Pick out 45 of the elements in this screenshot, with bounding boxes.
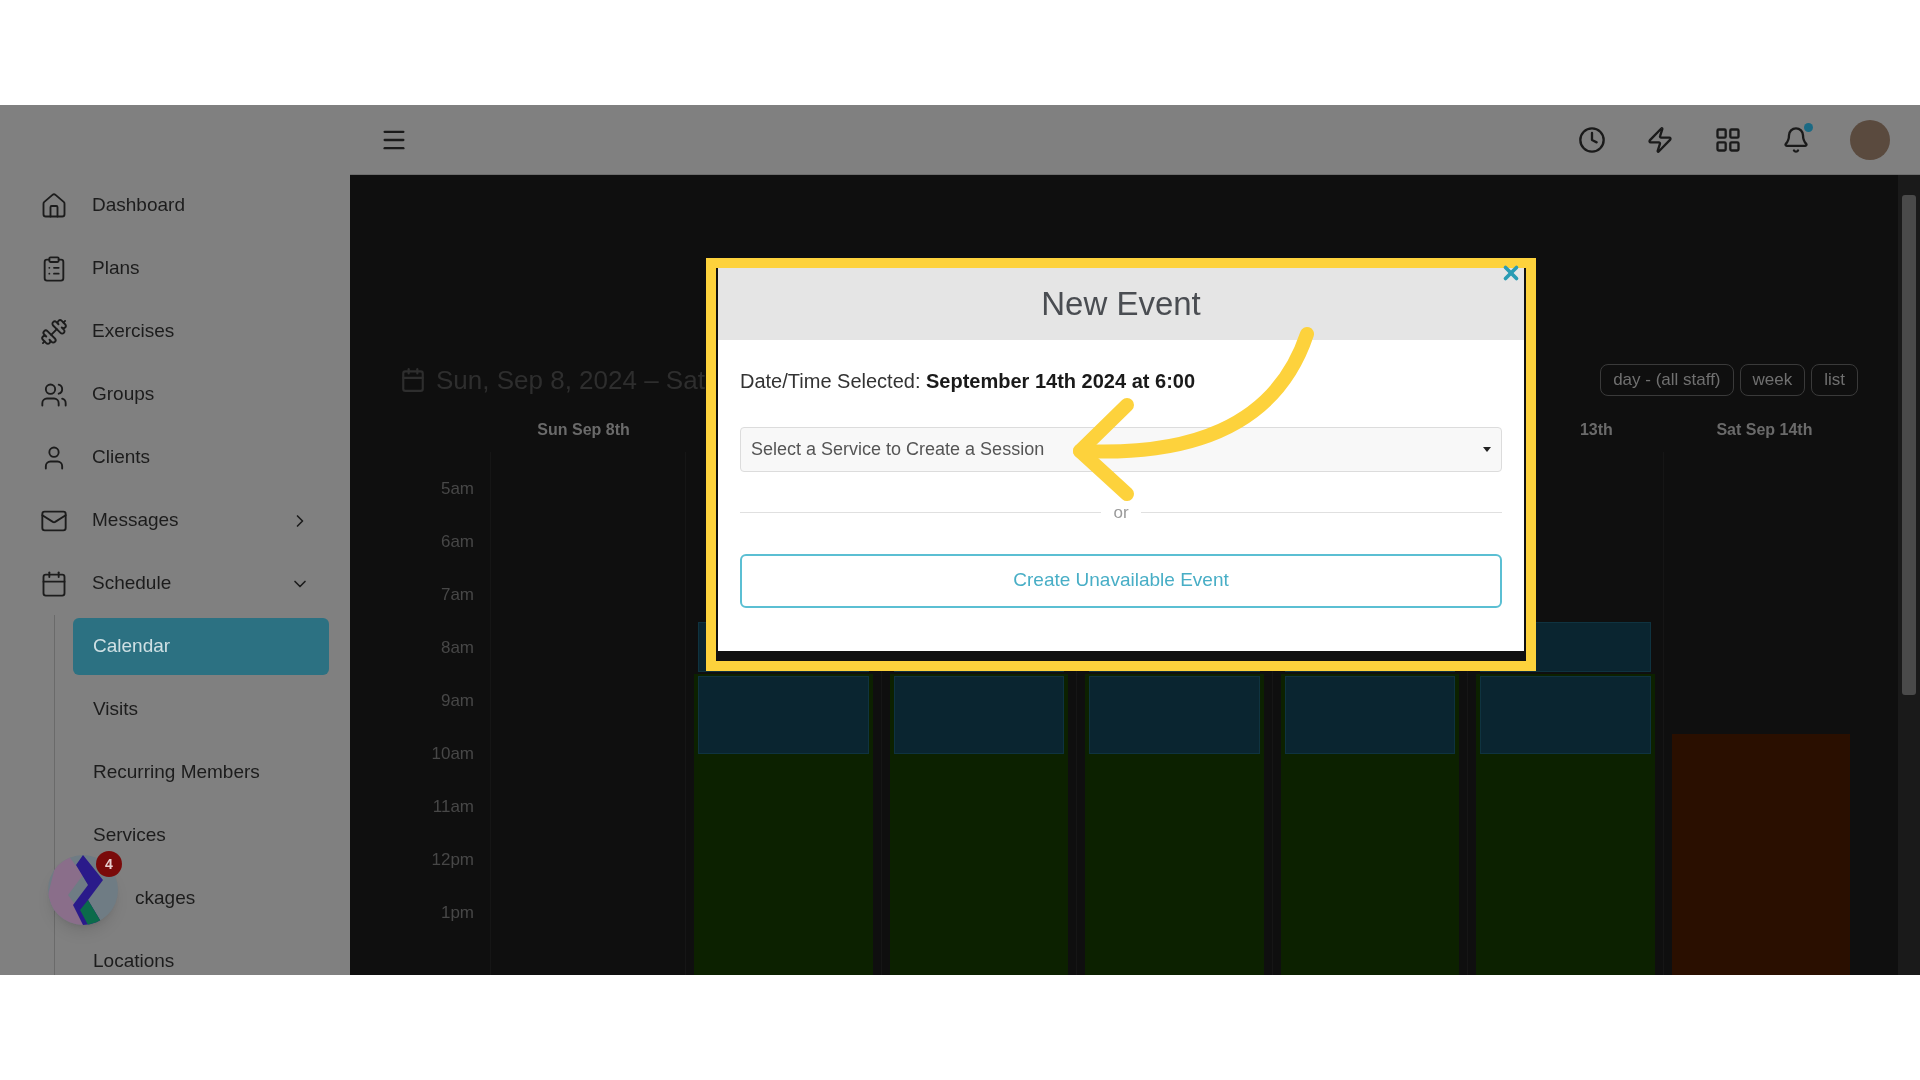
sidebar-item[interactable]: Clients (0, 426, 350, 489)
day-header: 13th (1579, 421, 1613, 438)
lightning-icon[interactable] (1646, 125, 1674, 154)
clock-icon[interactable] (1578, 125, 1606, 154)
scrollbar[interactable] (1898, 175, 1920, 975)
day-header: Sat Sep 14th (1716, 421, 1813, 438)
time-label: 8am (440, 636, 474, 659)
calendar-icon (400, 367, 426, 393)
time-label: 11am (432, 795, 474, 818)
modal-title: New Event (1041, 284, 1201, 325)
sidebar-item[interactable]: Messages (0, 489, 350, 552)
time-label: 7am (440, 583, 474, 606)
time-label: 10am (431, 742, 474, 765)
view-button[interactable]: day - (all staff) (1600, 364, 1734, 396)
day-header: Sun Sep 8th (537, 421, 630, 438)
notification-badge: 4 (96, 851, 122, 877)
view-button[interactable]: week (1739, 364, 1806, 396)
submenu-item[interactable]: Recurring Members (93, 758, 260, 787)
time-label: 12pm (431, 848, 474, 871)
sidebar-item[interactable]: Schedule (0, 552, 350, 615)
notifications-icon[interactable] (1782, 125, 1810, 154)
time-label: 9am (440, 689, 474, 712)
dropdown-caret-icon (1483, 447, 1491, 452)
home-icon (40, 191, 68, 220)
submenu-item[interactable]: ckages (135, 884, 196, 913)
time-label: 1pm (440, 901, 474, 924)
grid-icon[interactable] (1714, 125, 1742, 154)
submenu-item[interactable]: Visits (93, 695, 139, 724)
dumbbell-icon (40, 317, 68, 346)
selected-datetime: Date/Time Selected: September 14th 2024 at 6:00 (740, 369, 1197, 394)
avatar[interactable] (1850, 119, 1890, 160)
create-unavailable-button[interactable]: Create Unavailable Event (740, 553, 1502, 608)
sidebar-item[interactable]: Exercises (0, 300, 350, 363)
sidebar-item[interactable]: Plans (0, 237, 350, 300)
sidebar-item[interactable]: Dashboard (0, 174, 350, 237)
view-button[interactable]: list (1811, 364, 1858, 396)
service-select[interactable]: Select a Service to Create a Session (740, 427, 1502, 472)
divider-label: or (1113, 502, 1129, 524)
submenu-item[interactable]: Services (93, 821, 166, 850)
submenu-item[interactable]: Locations (93, 947, 175, 975)
calendar-icon (40, 569, 68, 598)
time-label: 6am (440, 530, 474, 553)
sidebar-item[interactable]: Groups (0, 363, 350, 426)
time-label: 5am (440, 477, 474, 500)
submenu-item[interactable]: Calendar (73, 618, 329, 675)
